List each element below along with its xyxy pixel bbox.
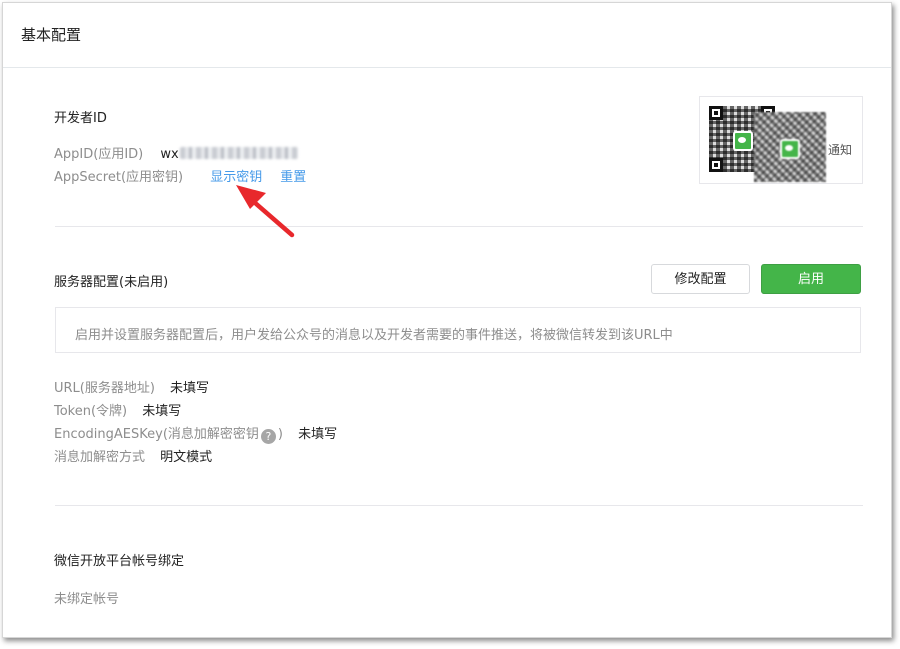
qrcode-box: 通知: [699, 96, 863, 184]
open-platform-title: 微信开放平台帐号绑定: [54, 554, 185, 569]
help-icon[interactable]: ?: [260, 429, 276, 444]
aeskey-label: EncodingAESKey(消息加解密密钥: [54, 427, 259, 442]
encrypt-mode-value: 明文模式: [160, 450, 213, 465]
panel-title: 基本配置: [21, 26, 82, 44]
panel-header: 基本配置: [3, 3, 891, 68]
encrypt-mode-label: 消息加解密方式: [54, 450, 146, 465]
url-value: 未填写: [170, 381, 210, 396]
server-notice-text: 启用并设置服务器配置后，用户发给公众号的消息以及开发者需要的事件推送，将被微信转…: [75, 328, 673, 343]
encrypt-mode-row: 消息加解密方式 明文模式: [54, 446, 212, 465]
server-config-title: 服务器配置(未启用): [54, 275, 169, 290]
section-divider: [55, 505, 863, 506]
section-divider: [55, 226, 863, 227]
open-platform-status: 未绑定帐号: [54, 592, 120, 607]
token-label: Token(令牌): [54, 404, 128, 419]
annotation-arrow-icon: [236, 185, 295, 238]
token-row: Token(令牌) 未填写: [54, 400, 181, 419]
url-row: URL(服务器地址) 未填写: [54, 377, 209, 396]
developer-id-title: 开发者ID: [54, 111, 107, 126]
basic-config-panel: 基本配置 开发者ID AppID(应用ID) wx AppSecret(应用密钥…: [2, 2, 892, 638]
aeskey-row: EncodingAESKey(消息加解密密钥?) 未填写: [54, 423, 337, 444]
appid-row: AppID(应用ID) wx: [54, 143, 298, 162]
edit-config-button[interactable]: 修改配置: [651, 264, 750, 294]
appsecret-label: AppSecret(应用密钥): [54, 170, 184, 185]
appid-label: AppID(应用ID): [54, 147, 144, 162]
url-label: URL(服务器地址): [54, 381, 155, 396]
appid-value: wx: [160, 147, 298, 162]
wechat-logo-icon: [733, 131, 753, 151]
aeskey-label-close: ): [277, 427, 283, 442]
wechat-logo-icon: [780, 139, 800, 159]
appid-prefix: wx: [160, 147, 179, 162]
server-notice-box: 启用并设置服务器配置后，用户发给公众号的消息以及开发者需要的事件推送，将被微信转…: [55, 307, 861, 353]
qr-finder-icon: [709, 106, 723, 120]
qr-finder-icon: [709, 158, 723, 172]
token-value: 未填写: [142, 404, 182, 419]
enable-button[interactable]: 启用: [761, 264, 861, 294]
aeskey-value: 未填写: [298, 427, 338, 442]
appid-blurred: [179, 147, 298, 159]
qrcode-image-blurred: [754, 112, 826, 182]
qrcode-notify-text: 通知: [828, 143, 853, 157]
